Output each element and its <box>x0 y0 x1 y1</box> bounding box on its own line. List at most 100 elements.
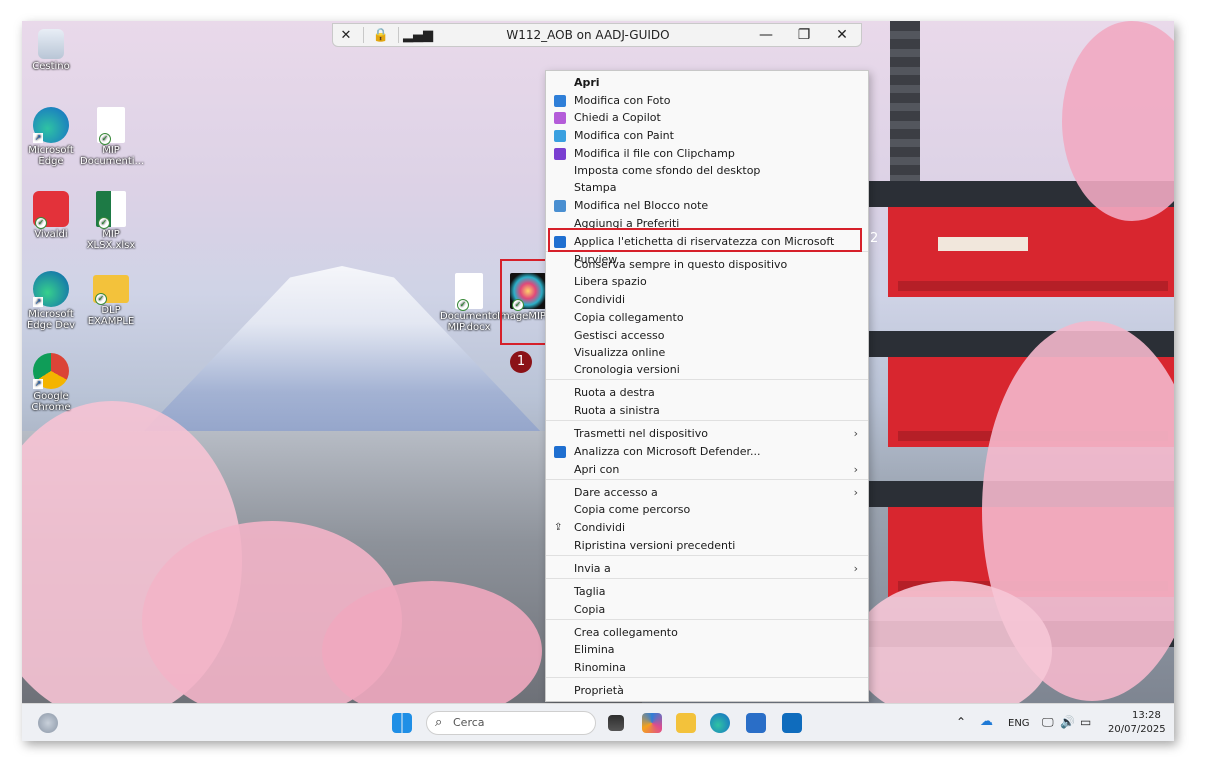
desktop-icon-label: MIP Documenti... <box>80 145 145 167</box>
context-menu-item[interactable]: Ripristina versioni precedenti <box>546 537 868 555</box>
context-menu-item[interactable]: Trasmetti nel dispositivo › <box>546 425 868 443</box>
desktop-icon-label: Vivaldi <box>34 229 68 240</box>
context-menu-item[interactable]: Imposta come sfondo del desktop <box>546 162 868 180</box>
task-view-icon[interactable] <box>608 715 624 731</box>
clipchamp-icon <box>554 148 566 160</box>
chevron-right-icon: › <box>853 562 858 575</box>
clock-date[interactable]: 20/07/2025 <box>1108 724 1166 735</box>
start-icon[interactable] <box>392 713 412 733</box>
context-menu-item[interactable]: Modifica nel Blocco note <box>546 197 868 215</box>
context-menu-item[interactable]: Elimina <box>546 641 868 659</box>
context-menu-item[interactable]: Copia collegamento <box>546 309 868 327</box>
language-indicator[interactable]: ENG <box>1008 718 1030 729</box>
context-menu-item[interactable]: Modifica con Paint <box>546 127 868 145</box>
context-menu-item[interactable]: Modifica il file con Clipchamp <box>546 145 868 163</box>
network-icon[interactable]: 🖵 <box>1042 715 1054 730</box>
store-icon[interactable] <box>746 713 766 733</box>
outlook-icon[interactable] <box>782 713 802 733</box>
minimize-button[interactable]: — <box>747 27 785 43</box>
unpin-icon[interactable]: ✕ <box>333 28 359 43</box>
context-menu-item[interactable]: Invia a › <box>546 560 868 578</box>
desktop-icon-label: Microsoft Edge Dev <box>26 309 76 331</box>
vivaldi-icon: ✓ <box>33 191 69 229</box>
context-menu-item-label: Invia a <box>574 562 611 575</box>
context-menu-item-label: Trasmetti nel dispositivo <box>574 427 708 440</box>
lock-icon[interactable]: 🔒 <box>368 28 394 43</box>
restore-button[interactable]: ❐ <box>785 27 823 43</box>
context-menu-item[interactable]: Ruota a destra <box>546 384 868 402</box>
copilot-icon <box>554 112 566 124</box>
volume-icon[interactable]: 🔊 <box>1060 715 1075 729</box>
context-menu-item[interactable]: Gestisci accesso <box>546 327 868 345</box>
m365-icon[interactable] <box>642 713 662 733</box>
context-menu-item[interactable]: Condividi <box>546 291 868 309</box>
context-menu-item-label: Ruota a destra <box>574 386 655 399</box>
desktop-icon-label: Cestino <box>32 61 70 72</box>
context-menu-item-label: Ruota a sinistra <box>574 404 660 417</box>
context-menu-item[interactable]: Analizza con Microsoft Defender... <box>546 443 868 461</box>
defender-icon <box>554 446 566 458</box>
search-placeholder: Cerca <box>453 716 485 729</box>
context-menu-item[interactable]: Chiedi a Copilot <box>546 109 868 127</box>
edge-icon: ↗ <box>33 107 69 143</box>
battery-icon[interactable]: ▭ <box>1080 715 1091 729</box>
desktop-icon-chrome[interactable]: ↗ Google Chrome <box>22 353 82 413</box>
context-menu-divider <box>546 555 868 556</box>
context-menu-item-label: Chiedi a Copilot <box>574 111 661 124</box>
context-menu-item[interactable]: Apri <box>546 74 868 92</box>
desktop-icon-vivaldi[interactable]: ✓ Vivaldi <box>22 191 82 240</box>
signal-icon[interactable]: ▂▄▆ <box>403 28 433 43</box>
divider <box>363 27 364 43</box>
chevron-up-icon[interactable]: ⌃ <box>956 715 966 729</box>
divider <box>398 27 399 43</box>
desktop-icon-documento-mip[interactable]: ✓ Documento MIP.docx <box>438 273 500 333</box>
callout-badge-1: 1 <box>510 351 532 373</box>
context-menu: Apri Modifica con Foto Chiedi a Copilot Mod… <box>545 70 869 702</box>
context-menu-item[interactable]: Dare accesso a › <box>546 484 868 502</box>
context-menu-item[interactable]: Cronologia versioni <box>546 361 868 379</box>
edge-taskbar-icon[interactable] <box>710 713 730 733</box>
desktop-icon-recycle-bin[interactable]: Cestino <box>22 29 82 72</box>
recycle-bin-icon <box>38 29 64 59</box>
file-explorer-icon[interactable] <box>676 713 696 733</box>
context-menu-item[interactable]: Visualizza online <box>546 344 868 362</box>
context-menu-item-label: Libera spazio <box>574 275 647 288</box>
context-menu-item[interactable]: Libera spazio <box>546 273 868 291</box>
callout-badge-2: 2 <box>870 231 879 246</box>
widgets-icon[interactable] <box>38 713 58 733</box>
desktop-icon-edge[interactable]: ↗ Microsoft Edge <box>22 107 82 167</box>
onedrive-icon[interactable]: ☁ <box>980 714 993 729</box>
context-menu-item[interactable]: Copia come percorso <box>546 501 868 519</box>
desktop-icon-dlp-example[interactable]: ✓ DLP EXAMPLE <box>80 275 142 327</box>
photos-icon <box>554 95 566 107</box>
search-box[interactable]: ⌕ Cerca <box>426 711 596 735</box>
context-menu-item[interactable]: Taglia <box>546 583 868 601</box>
chevron-right-icon: › <box>853 463 858 476</box>
context-menu-item-label: Modifica il file con Clipchamp <box>574 147 735 160</box>
context-menu-item[interactable]: ⇪ Condividi <box>546 519 868 537</box>
chevron-right-icon: › <box>853 486 858 499</box>
desktop-icon-mip-xlsx[interactable]: ✓ MIP XLSX.xlsx <box>80 191 142 251</box>
context-menu-item[interactable]: Conserva sempre in questo dispositivo <box>546 256 868 274</box>
context-menu-item[interactable]: Rinomina <box>546 659 868 677</box>
highlight-box-purview <box>548 228 862 252</box>
context-menu-item-label: Rinomina <box>574 661 626 674</box>
desktop-icon-edge-dev[interactable]: ↗ Microsoft Edge Dev <box>22 271 82 331</box>
context-menu-item[interactable]: Stampa <box>546 179 868 197</box>
desktop-icon-mip-documenti[interactable]: ✓ MIP Documenti... <box>80 107 145 167</box>
context-menu-item[interactable]: Apri con › <box>546 461 868 479</box>
clock-time[interactable]: 13:28 <box>1132 710 1161 721</box>
context-menu-item-label: Modifica nel Blocco note <box>574 199 709 212</box>
context-menu-item[interactable]: Copia <box>546 601 868 619</box>
context-menu-item-label: Condividi <box>574 293 626 306</box>
context-menu-item-label: Stampa <box>574 181 617 194</box>
rdp-connection-bar: ✕ 🔒 ▂▄▆ W112_AOB on AADJ-GUIDO — ❐ ✕ <box>332 23 862 47</box>
search-icon: ⌕ <box>435 715 443 730</box>
context-menu-item[interactable]: Crea collegamento <box>546 624 868 642</box>
close-button[interactable]: ✕ <box>823 27 861 43</box>
context-menu-item[interactable]: Proprietà <box>546 682 868 700</box>
desktop-icon-label: Documento MIP.docx <box>440 311 498 333</box>
context-menu-item[interactable]: Modifica con Foto <box>546 92 868 110</box>
context-menu-item[interactable]: Ruota a sinistra <box>546 402 868 420</box>
context-menu-item-label: Proprietà <box>574 684 624 697</box>
